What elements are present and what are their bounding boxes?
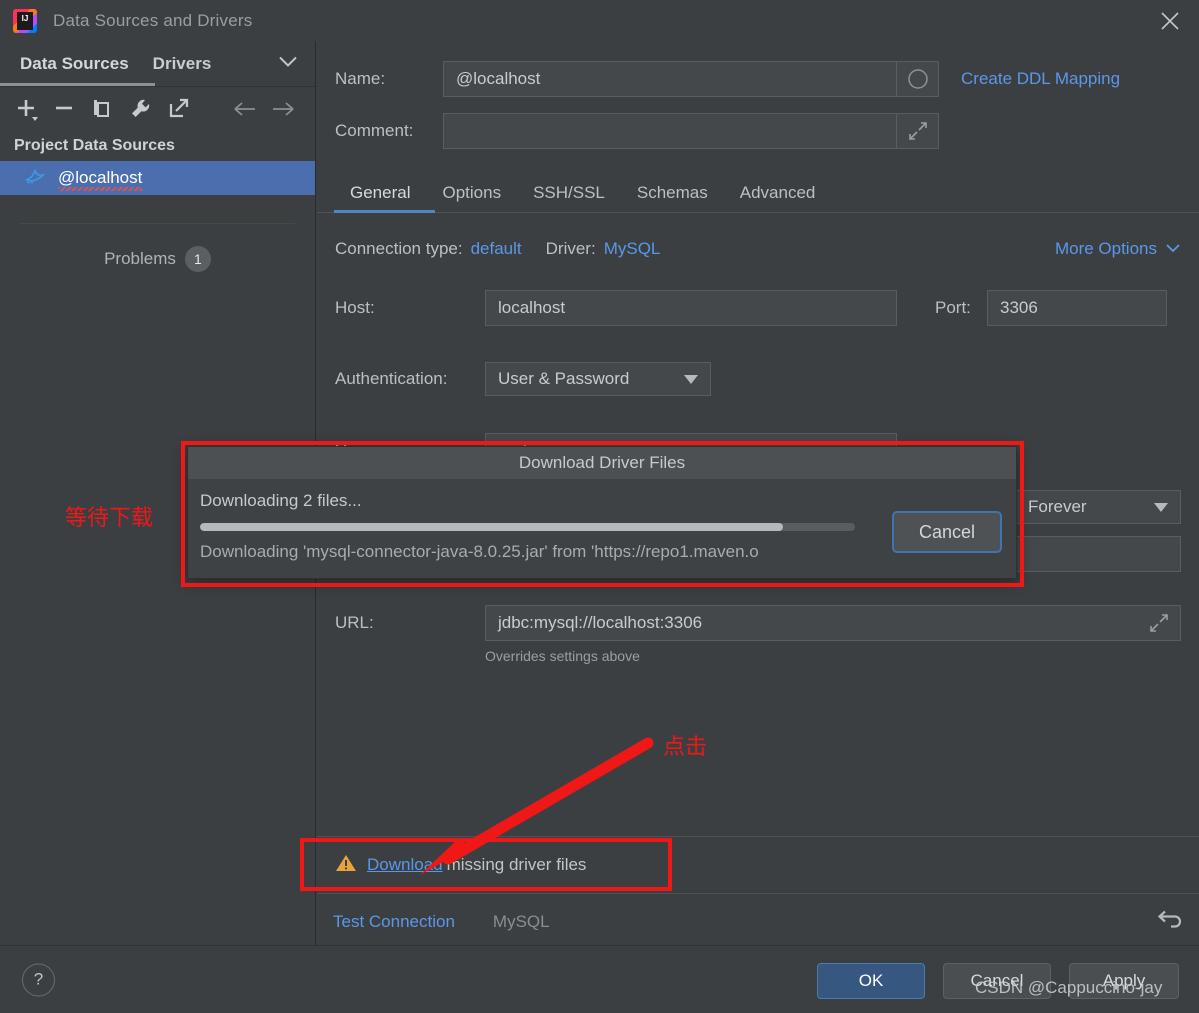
problems-count-badge: 1 <box>184 246 211 272</box>
copy-icon[interactable] <box>84 87 122 131</box>
caret-down-icon <box>1154 497 1168 517</box>
connection-type-label: Connection type: <box>335 239 463 258</box>
add-icon[interactable] <box>8 87 46 131</box>
comment-input[interactable] <box>443 112 939 149</box>
create-ddl-mapping-link[interactable]: Create DDL Mapping <box>961 69 1120 89</box>
sidebar-tab-drivers[interactable]: Drivers <box>141 41 224 87</box>
arrow-right-icon[interactable] <box>265 87 303 131</box>
connection-type-row: Connection type: default Driver: MySQL <box>335 239 660 259</box>
sidebar-tab-data-sources[interactable]: Data Sources <box>8 41 141 87</box>
external-link-icon[interactable] <box>160 87 198 131</box>
more-options-button[interactable]: More Options <box>1055 239 1181 259</box>
watermark: CSDN @Cappuccino-jay <box>975 978 1163 997</box>
host-label: Host: <box>335 298 375 317</box>
authentication-row: Authentication: User & Password <box>335 362 711 396</box>
name-input[interactable]: @localhost <box>443 60 939 97</box>
window-titlebar: Data Sources and Drivers <box>0 0 1199 41</box>
authentication-label: Authentication: <box>335 369 448 388</box>
url-input[interactable]: jdbc:mysql://localhost:3306 <box>485 605 1181 641</box>
name-input-value: @localhost <box>456 68 541 88</box>
tab-advanced[interactable]: Advanced <box>724 183 832 213</box>
save-password-value: Forever <box>1028 497 1087 516</box>
annotation-click: 点击 <box>663 735 708 760</box>
chevron-down-icon <box>1165 240 1181 258</box>
port-label: Port: <box>935 298 971 317</box>
authentication-value: User & Password <box>498 369 630 388</box>
question-mark-icon[interactable]: ? <box>22 963 55 996</box>
color-circle-icon[interactable] <box>896 61 938 96</box>
sidebar-item-localhost-label: @localhost <box>58 168 143 191</box>
password-input[interactable] <box>1015 536 1181 572</box>
tab-options[interactable]: Options <box>426 183 517 213</box>
port-input-value: 3306 <box>1000 298 1038 317</box>
tab-ssh-ssl[interactable]: SSH/SSL <box>517 183 621 213</box>
intellij-idea-logo <box>13 8 37 33</box>
sidebar-tab-drivers-label: Drivers <box>152 53 212 73</box>
expand-icon[interactable] <box>1138 606 1180 640</box>
ok-button[interactable]: OK <box>817 963 925 999</box>
save-password-select[interactable]: Forever <box>1015 490 1181 524</box>
main-tabs: General Options SSH/SSL Schemas Advanced <box>317 169 1199 213</box>
url-row: URL: jdbc:mysql://localhost:3306 <box>335 605 1181 641</box>
sidebar-divider <box>20 223 295 224</box>
sidebar-item-localhost-text: @localhost <box>58 168 143 187</box>
error-squiggle <box>58 187 143 191</box>
remove-icon[interactable] <box>46 87 84 131</box>
problems-label: Problems <box>104 249 176 268</box>
tab-general[interactable]: General <box>334 183 426 213</box>
annotation-wait-download: 等待下载 <box>65 506 154 531</box>
name-row: Name: @localhost Create DDL Mapping <box>335 59 1120 98</box>
window-title: Data Sources and Drivers <box>53 10 253 30</box>
url-label: URL: <box>335 613 374 632</box>
annotation-box-dialog <box>181 441 1024 587</box>
more-options-label: More Options <box>1054 239 1157 258</box>
wrench-icon[interactable] <box>122 87 160 131</box>
name-label: Name: <box>335 68 386 88</box>
comment-row: Comment: <box>335 111 939 150</box>
caret-down-icon <box>684 369 698 389</box>
host-input[interactable]: localhost <box>485 290 897 326</box>
test-connection-link[interactable]: Test Connection <box>333 912 455 932</box>
help-label: ? <box>33 969 44 989</box>
arrow-left-icon[interactable] <box>227 87 265 131</box>
url-input-value: jdbc:mysql://localhost:3306 <box>498 613 703 632</box>
tabs-divider <box>317 212 1199 213</box>
sidebar-tab-data-sources-label: Data Sources <box>20 53 129 73</box>
tab-schemas[interactable]: Schemas <box>621 183 724 213</box>
active-tab-indicator <box>334 210 435 213</box>
close-icon[interactable] <box>1141 0 1199 41</box>
connection-type-value[interactable]: default <box>471 239 522 259</box>
sidebar-tabs: Data Sources Drivers <box>0 41 315 87</box>
expand-icon[interactable] <box>896 113 938 148</box>
driver-name-label: MySQL <box>492 912 550 931</box>
password-row <box>1015 536 1181 572</box>
sidebar-toolbar <box>0 87 315 131</box>
annotation-box-download <box>300 838 672 891</box>
driver-value[interactable]: MySQL <box>604 239 661 259</box>
sidebar-section-title: Project Data Sources <box>14 137 175 154</box>
authentication-select[interactable]: User & Password <box>485 362 711 396</box>
url-hint: Overrides settings above <box>485 648 640 664</box>
mysql-dolphin-icon <box>24 166 46 191</box>
port-input[interactable]: 3306 <box>987 290 1167 326</box>
driver-label: Driver: <box>545 239 596 258</box>
host-row: Host: localhost Port: 3306 <box>335 290 1167 326</box>
sidebar-tab-indicator <box>0 83 155 86</box>
test-connection-row: Test Connection MySQL <box>317 894 1199 950</box>
problems-row[interactable]: Problems 1 <box>0 246 315 272</box>
host-input-value: localhost <box>498 298 566 317</box>
revert-arrow-icon[interactable] <box>1155 908 1182 937</box>
chevron-down-icon[interactable] <box>277 54 299 73</box>
save-password-row: Forever <box>1015 490 1181 524</box>
comment-label: Comment: <box>335 120 414 140</box>
sidebar-item-localhost[interactable]: @localhost <box>0 161 315 195</box>
